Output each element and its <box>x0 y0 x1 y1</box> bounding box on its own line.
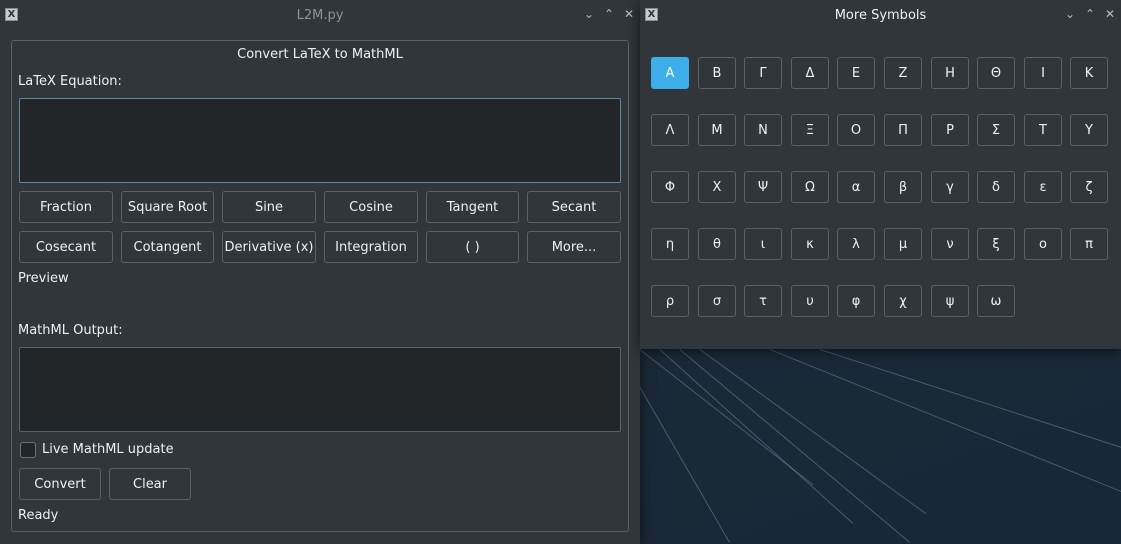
symbols-titlebar[interactable]: X More Symbols ⌄ ⌃ ✕ <box>640 0 1121 30</box>
live-update-label[interactable]: Live MathML update <box>42 442 174 457</box>
symbol-button[interactable]: Μ <box>698 114 736 146</box>
symbol-button[interactable]: Ο <box>837 114 875 146</box>
symbol-button[interactable]: Κ <box>1070 57 1108 89</box>
tangent-button[interactable]: Tangent <box>426 191 519 223</box>
more-button[interactable]: More... <box>527 231 621 263</box>
symbol-button[interactable]: Ρ <box>931 114 969 146</box>
symbol-button[interactable]: ε <box>1024 171 1062 203</box>
symbol-button[interactable]: Ω <box>791 171 829 203</box>
symbol-button[interactable]: υ <box>791 285 829 317</box>
parentheses-button[interactable]: ( ) <box>426 231 519 263</box>
symbol-button[interactable]: Ν <box>744 114 782 146</box>
symbol-button[interactable]: ι <box>744 228 782 260</box>
symbol-button[interactable]: γ <box>931 171 969 203</box>
symbol-button[interactable]: β <box>884 171 922 203</box>
maximize-icon[interactable]: ⌃ <box>602 6 616 22</box>
symbol-button[interactable]: τ <box>744 285 782 317</box>
preview-label: Preview <box>18 271 69 286</box>
symbol-button[interactable]: Σ <box>977 114 1015 146</box>
symbol-button[interactable]: η <box>651 228 689 260</box>
symbol-button[interactable]: Γ <box>744 57 782 89</box>
symbol-button[interactable]: ψ <box>931 285 969 317</box>
mathml-output-field[interactable] <box>19 347 621 432</box>
symbol-button[interactable]: μ <box>884 228 922 260</box>
symbol-button[interactable]: ζ <box>1070 171 1108 203</box>
symbol-button[interactable]: Χ <box>698 171 736 203</box>
symbol-button[interactable]: ρ <box>651 285 689 317</box>
convert-button[interactable]: Convert <box>19 468 101 500</box>
symbol-button[interactable]: λ <box>837 228 875 260</box>
wallpaper-streak <box>819 349 1121 468</box>
symbol-button[interactable]: κ <box>791 228 829 260</box>
symbol-button[interactable]: σ <box>698 285 736 317</box>
symbol-button[interactable]: χ <box>884 285 922 317</box>
main-window: X L2M.py ⌄ ⌃ ✕ Convert LaTeX to MathML L… <box>0 0 640 544</box>
symbol-button[interactable]: Δ <box>791 57 829 89</box>
symbol-button[interactable]: Υ <box>1070 114 1108 146</box>
symbol-button[interactable]: ω <box>977 285 1015 317</box>
symbol-button[interactable]: θ <box>698 228 736 260</box>
symbol-button[interactable]: Π <box>884 114 922 146</box>
maximize-icon[interactable]: ⌃ <box>1083 6 1097 22</box>
symbol-button[interactable]: α <box>837 171 875 203</box>
symbol-button[interactable]: Λ <box>651 114 689 146</box>
live-update-checkbox[interactable] <box>20 442 36 458</box>
symbol-button[interactable]: δ <box>977 171 1015 203</box>
group-title: Convert LaTeX to MathML <box>237 47 403 62</box>
symbol-button[interactable]: ο <box>1024 228 1062 260</box>
window-title: More Symbols <box>834 7 927 23</box>
desktop-wallpaper <box>640 349 1121 544</box>
derivative-x-button[interactable]: Derivative (x) <box>222 231 316 263</box>
cotangent-button[interactable]: Cotangent <box>121 231 214 263</box>
symbol-button[interactable]: Ψ <box>744 171 782 203</box>
secant-button[interactable]: Secant <box>527 191 621 223</box>
symbol-button[interactable]: π <box>1070 228 1108 260</box>
symbol-button[interactable]: Ξ <box>791 114 829 146</box>
minimize-icon[interactable]: ⌄ <box>1063 6 1077 22</box>
symbol-button[interactable]: Ι <box>1024 57 1062 89</box>
wallpaper-streak <box>659 349 854 524</box>
symbol-button[interactable]: Θ <box>977 57 1015 89</box>
symbol-button[interactable]: φ <box>837 285 875 317</box>
symbol-button[interactable]: Ε <box>837 57 875 89</box>
symbol-button[interactable]: ν <box>931 228 969 260</box>
symbol-button[interactable]: Β <box>698 57 736 89</box>
cosine-button[interactable]: Cosine <box>324 191 418 223</box>
symbol-button[interactable]: Φ <box>651 171 689 203</box>
symbol-button[interactable]: Α <box>651 57 689 89</box>
cosecant-button[interactable]: Cosecant <box>19 231 113 263</box>
fraction-button[interactable]: Fraction <box>19 191 113 223</box>
symbols-window: X More Symbols ⌄ ⌃ ✕ ΑΒΓΔΕΖΗΘΙΚ ΛΜΝΞΟΠΡΣΤ… <box>640 0 1121 349</box>
app-icon: X <box>5 8 18 21</box>
symbol-button[interactable]: Ζ <box>884 57 922 89</box>
sine-button[interactable]: Sine <box>222 191 316 223</box>
latex-input[interactable] <box>19 98 621 183</box>
main-titlebar[interactable]: X L2M.py ⌄ ⌃ ✕ <box>0 0 640 30</box>
window-title: L2M.py <box>296 7 344 23</box>
close-icon[interactable]: ✕ <box>1103 6 1117 22</box>
wallpaper-streak <box>640 369 730 543</box>
latex-equation-label: LaTeX Equation: <box>18 74 122 89</box>
integration-button[interactable]: Integration <box>324 231 418 263</box>
app-icon: X <box>645 8 658 21</box>
symbol-button[interactable]: Η <box>931 57 969 89</box>
minimize-icon[interactable]: ⌄ <box>582 6 596 22</box>
close-icon[interactable]: ✕ <box>622 6 636 22</box>
symbol-button[interactable]: Τ <box>1024 114 1062 146</box>
symbol-button[interactable]: ξ <box>977 228 1015 260</box>
clear-button[interactable]: Clear <box>109 468 191 500</box>
mathml-output-label: MathML Output: <box>18 323 123 338</box>
wallpaper-streak <box>769 349 1121 500</box>
status-text: Ready <box>18 508 59 523</box>
square-root-button[interactable]: Square Root <box>121 191 214 223</box>
